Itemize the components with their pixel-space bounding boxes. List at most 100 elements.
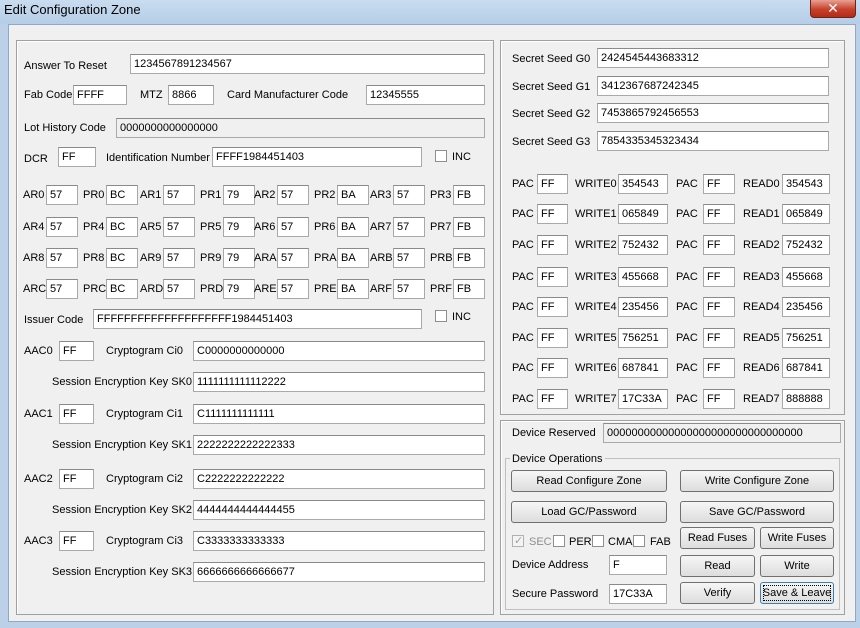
- ar-field[interactable]: 57: [277, 279, 309, 299]
- write-field[interactable]: 455668: [618, 267, 668, 287]
- write-field[interactable]: 17C33A: [618, 389, 668, 409]
- ar-field[interactable]: 57: [163, 217, 195, 237]
- verify-button[interactable]: Verify: [680, 582, 755, 604]
- aac-field[interactable]: FF: [59, 531, 94, 551]
- pac-field[interactable]: FF: [703, 358, 735, 378]
- cryptogram-field[interactable]: C1111111111111: [193, 404, 485, 424]
- ar-field[interactable]: 57: [277, 217, 309, 237]
- fab-checkbox[interactable]: [633, 535, 645, 547]
- ar-field[interactable]: 57: [163, 185, 195, 205]
- pac-field[interactable]: FF: [703, 389, 735, 409]
- device-address-field[interactable]: F: [609, 555, 667, 575]
- aac-field[interactable]: FF: [59, 341, 94, 361]
- read-field[interactable]: 065849: [782, 204, 830, 224]
- secret-seed-field[interactable]: 3412367687242345: [597, 76, 829, 96]
- pac-field[interactable]: FF: [703, 328, 735, 348]
- inc-checkbox-1[interactable]: [435, 150, 447, 162]
- save-gc-password-button[interactable]: Save GC/Password: [680, 501, 834, 523]
- pr-field[interactable]: BC: [106, 185, 138, 205]
- load-gc-password-button[interactable]: Load GC/Password: [511, 501, 667, 523]
- read-field[interactable]: 455668: [782, 267, 830, 287]
- pac-field[interactable]: FF: [537, 358, 568, 378]
- session-key-field[interactable]: 6666666666666677: [193, 562, 485, 582]
- cryptogram-field[interactable]: C3333333333333: [193, 531, 485, 551]
- pr-field[interactable]: 79: [223, 217, 255, 237]
- pr-field[interactable]: BA: [337, 217, 369, 237]
- ar-field[interactable]: 57: [393, 279, 425, 299]
- session-key-field[interactable]: 1111111111112222: [193, 372, 485, 392]
- read-field[interactable]: 354543: [782, 174, 830, 194]
- ar-field[interactable]: 57: [46, 185, 78, 205]
- pr-field[interactable]: BA: [337, 279, 369, 299]
- card-manufacturer-code-field[interactable]: 12345555: [366, 85, 485, 105]
- per-checkbox[interactable]: [553, 535, 565, 547]
- ar-field[interactable]: 57: [46, 279, 78, 299]
- ar-field[interactable]: 57: [46, 248, 78, 268]
- pr-field[interactable]: BC: [106, 217, 138, 237]
- pac-field[interactable]: FF: [703, 235, 735, 255]
- pac-field[interactable]: FF: [537, 389, 568, 409]
- read-field[interactable]: 235456: [782, 297, 830, 317]
- pr-field[interactable]: 79: [223, 279, 255, 299]
- cma-checkbox[interactable]: [592, 535, 604, 547]
- pr-field[interactable]: FB: [453, 279, 485, 299]
- pr-field[interactable]: FB: [453, 217, 485, 237]
- pac-field[interactable]: FF: [703, 204, 735, 224]
- pr-field[interactable]: FB: [453, 248, 485, 268]
- write-field[interactable]: 065849: [618, 204, 668, 224]
- write-button[interactable]: Write: [760, 555, 834, 577]
- secure-password-field[interactable]: 17C33A: [609, 584, 667, 604]
- close-button[interactable]: ✕: [810, 0, 856, 18]
- write-fuses-button[interactable]: Write Fuses: [760, 527, 834, 549]
- ar-field[interactable]: 57: [393, 248, 425, 268]
- secret-seed-field[interactable]: 2424545443683312: [597, 48, 829, 68]
- write-field[interactable]: 354543: [618, 174, 668, 194]
- pr-field[interactable]: BC: [106, 248, 138, 268]
- write-field[interactable]: 687841: [618, 358, 668, 378]
- cryptogram-field[interactable]: C0000000000000: [193, 341, 485, 361]
- lot-history-code-field[interactable]: 0000000000000000: [116, 118, 485, 138]
- session-key-field[interactable]: 4444444444444455: [193, 500, 485, 520]
- write-field[interactable]: 752432: [618, 235, 668, 255]
- ar-field[interactable]: 57: [277, 185, 309, 205]
- mtz-field[interactable]: 8866: [168, 85, 214, 105]
- ar-field[interactable]: 57: [393, 185, 425, 205]
- session-key-field[interactable]: 2222222222222333: [193, 435, 485, 455]
- read-field[interactable]: 888888: [782, 389, 830, 409]
- read-field[interactable]: 687841: [782, 358, 830, 378]
- ar-field[interactable]: 57: [393, 217, 425, 237]
- pac-field[interactable]: FF: [537, 204, 568, 224]
- pr-field[interactable]: BA: [337, 248, 369, 268]
- ar-field[interactable]: 57: [163, 279, 195, 299]
- save-and-leave-button[interactable]: Save & Leave: [760, 582, 834, 604]
- pr-field[interactable]: FB: [453, 185, 485, 205]
- write-field[interactable]: 235456: [618, 297, 668, 317]
- pr-field[interactable]: 79: [223, 185, 255, 205]
- sec-checkbox[interactable]: ✓: [512, 535, 524, 547]
- write-field[interactable]: 756251: [618, 328, 668, 348]
- read-field[interactable]: 752432: [782, 235, 830, 255]
- pr-field[interactable]: BC: [106, 279, 138, 299]
- ar-field[interactable]: 57: [163, 248, 195, 268]
- write-configure-zone-button[interactable]: Write Configure Zone: [680, 470, 834, 492]
- pac-field[interactable]: FF: [537, 174, 568, 194]
- pac-field[interactable]: FF: [703, 297, 735, 317]
- aac-field[interactable]: FF: [59, 469, 94, 489]
- ar-field[interactable]: 57: [277, 248, 309, 268]
- device-reserved-field[interactable]: 00000000000000000000000000000000: [603, 423, 841, 443]
- aac-field[interactable]: FF: [59, 404, 94, 424]
- pac-field[interactable]: FF: [703, 267, 735, 287]
- pac-field[interactable]: FF: [537, 328, 568, 348]
- inc-checkbox-2[interactable]: [435, 310, 447, 322]
- dcr-field[interactable]: FF: [58, 147, 96, 167]
- cryptogram-field[interactable]: C2222222222222: [193, 469, 485, 489]
- issuer-code-field[interactable]: FFFFFFFFFFFFFFFFFFFF1984451403: [93, 309, 422, 329]
- secret-seed-field[interactable]: 7854335345323434: [597, 131, 829, 151]
- pac-field[interactable]: FF: [537, 235, 568, 255]
- pac-field[interactable]: FF: [537, 267, 568, 287]
- fab-code-field[interactable]: FFFF: [73, 85, 127, 105]
- secret-seed-field[interactable]: 7453865792456553: [597, 103, 829, 123]
- pac-field[interactable]: FF: [703, 174, 735, 194]
- pr-field[interactable]: 79: [223, 248, 255, 268]
- read-fuses-button[interactable]: Read Fuses: [680, 527, 755, 549]
